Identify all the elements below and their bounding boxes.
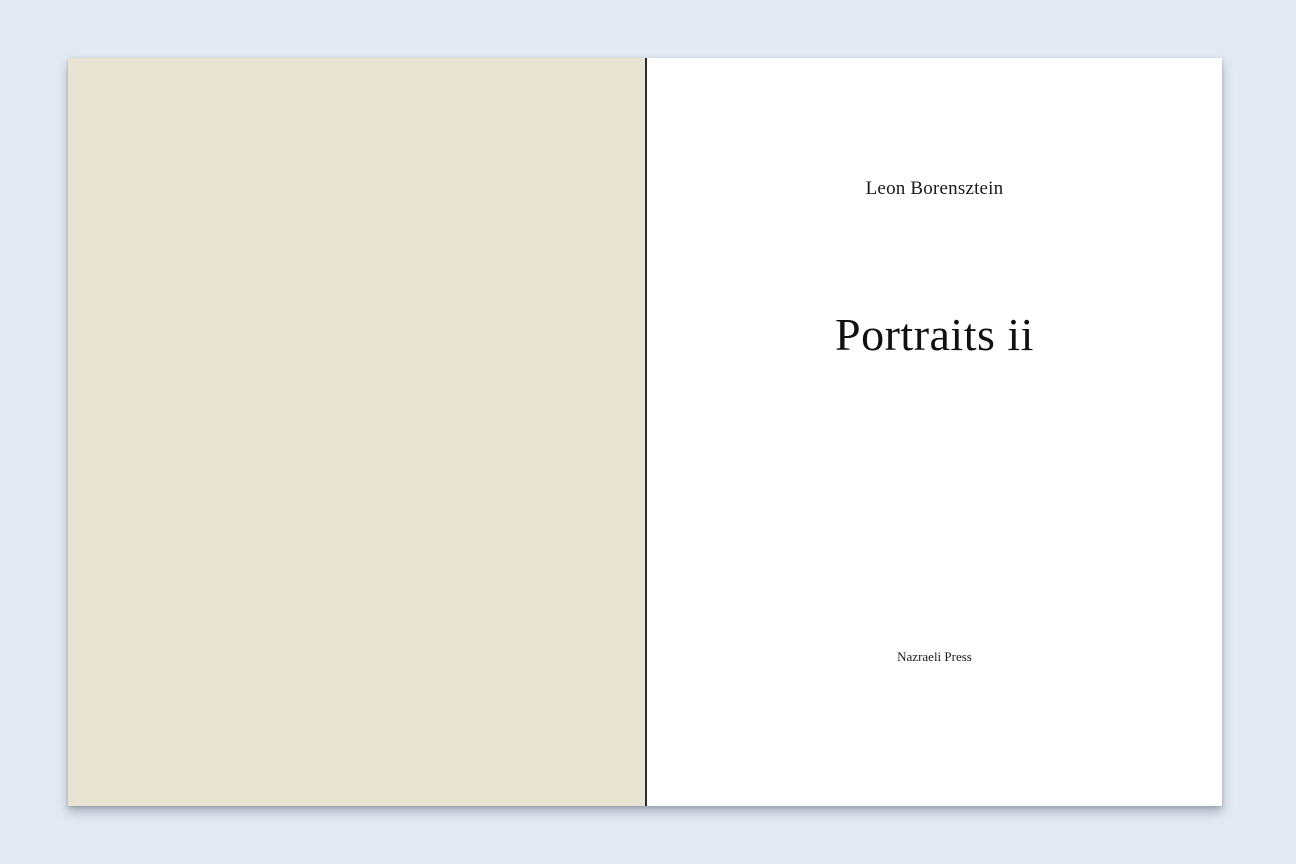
left-page (68, 58, 645, 806)
book-title: Portraits ii (835, 309, 1034, 360)
author-name: Leon Borensztein (865, 178, 1004, 199)
book-spread: Leon Borensztein Portraits ii Nazraeli P… (68, 58, 1222, 806)
publisher-name: Nazraeli Press (897, 649, 972, 664)
title-page: Leon Borensztein Portraits ii Nazraeli P… (647, 58, 1222, 806)
